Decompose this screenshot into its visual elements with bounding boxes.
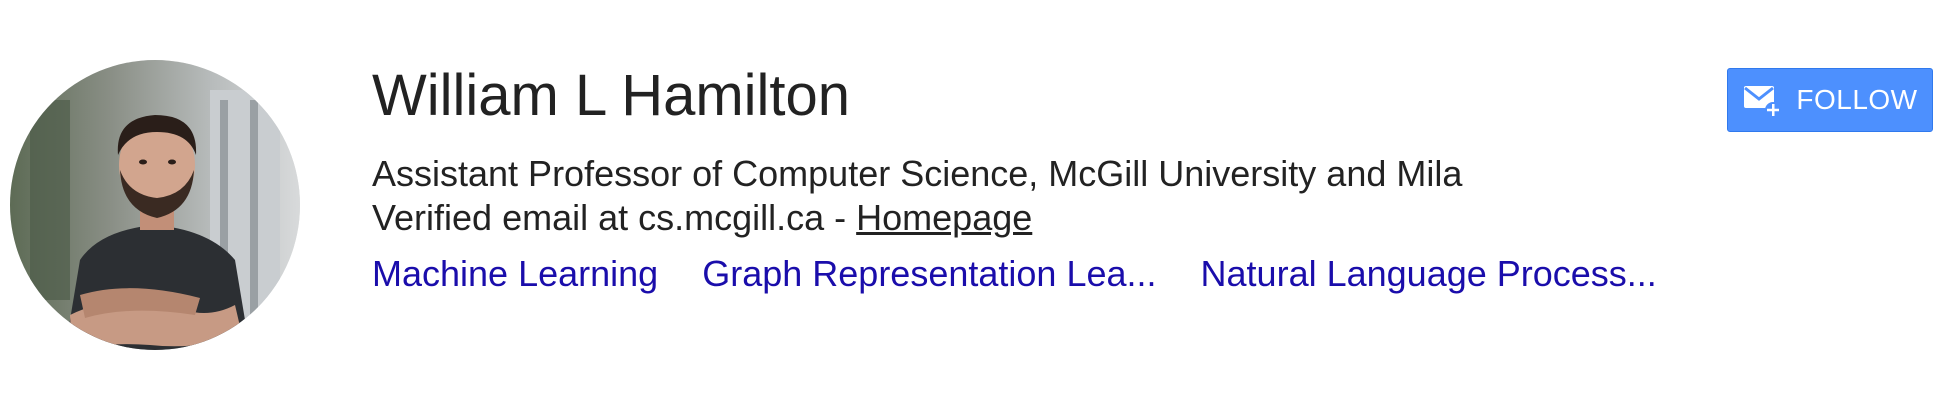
follow-label: FOLLOW (1796, 84, 1918, 115)
profile-photo (10, 60, 300, 350)
interest-link-graph-representation[interactable]: Graph Representation Lea... (702, 252, 1156, 296)
interest-link-nlp[interactable]: Natural Language Process... (1201, 252, 1657, 296)
email-line: Verified email at cs.mcgill.ca - Homepag… (372, 196, 1672, 240)
profile-name: William L Hamilton (372, 63, 851, 128)
mail-plus-icon (1742, 80, 1782, 120)
interests: Machine Learning Graph Representation Le… (372, 252, 1672, 296)
affiliation: Assistant Professor of Computer Science,… (372, 153, 1463, 194)
verified-email: Verified email at cs.mcgill.ca - (372, 197, 857, 238)
interest-link-machine-learning[interactable]: Machine Learning (372, 252, 658, 296)
avatar (10, 60, 300, 350)
profile-info: William L Hamilton Assistant Professor o… (372, 60, 1672, 296)
homepage-link[interactable]: Homepage (856, 197, 1032, 238)
follow-button[interactable]: FOLLOW (1727, 68, 1933, 132)
